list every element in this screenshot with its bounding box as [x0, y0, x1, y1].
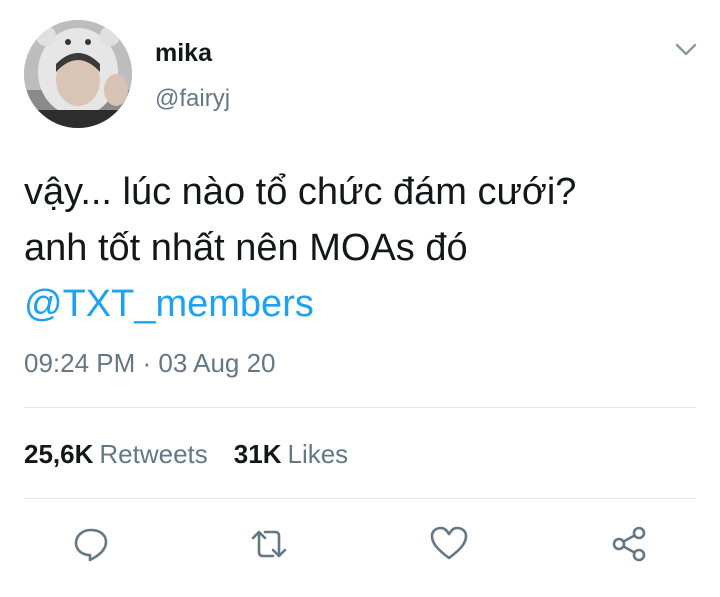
tweet-text-line-1: vậy... lúc nào tổ chức đám cưới? — [24, 171, 577, 213]
reply-button[interactable] — [69, 522, 113, 566]
retweet-icon — [251, 530, 287, 558]
tweet-text: vậy... lúc nào tổ chức đám cưới? anh tốt… — [24, 164, 704, 332]
tweet-text-line-2: anh tốt nhất nên MOAs đó — [24, 227, 468, 269]
author-name[interactable]: mika — [155, 38, 212, 68]
tweet-card: mika @fairyj vậy... lúc nào tổ chức đám … — [0, 0, 720, 597]
action-bar — [0, 522, 720, 572]
tweet-timestamp[interactable]: 09:24 PM · 03 Aug 20 — [24, 346, 276, 380]
chevron-down-icon[interactable] — [672, 40, 700, 60]
divider — [24, 498, 696, 499]
share-button[interactable] — [607, 522, 651, 566]
mention-link[interactable]: @TXT_members — [24, 276, 704, 332]
heart-icon — [430, 526, 468, 560]
likes-count: 31K — [233, 439, 282, 469]
share-icon — [612, 526, 646, 562]
likes-label: Likes — [287, 439, 349, 469]
avatar[interactable] — [24, 20, 132, 128]
likes-stat[interactable]: 31K Likes — [234, 439, 348, 469]
retweets-label: Retweets — [99, 439, 208, 469]
like-button[interactable] — [427, 522, 471, 566]
retweets-stat[interactable]: 25,6K Retweets — [24, 439, 208, 469]
retweets-count: 25,6K — [24, 439, 94, 469]
tweet-stats: 25,6K Retweets 31K Likes — [24, 437, 348, 471]
avatar-image — [24, 20, 132, 128]
reply-icon — [74, 528, 108, 562]
divider — [24, 407, 696, 408]
retweet-button[interactable] — [247, 522, 291, 566]
author-handle[interactable]: @fairyj — [155, 84, 230, 114]
